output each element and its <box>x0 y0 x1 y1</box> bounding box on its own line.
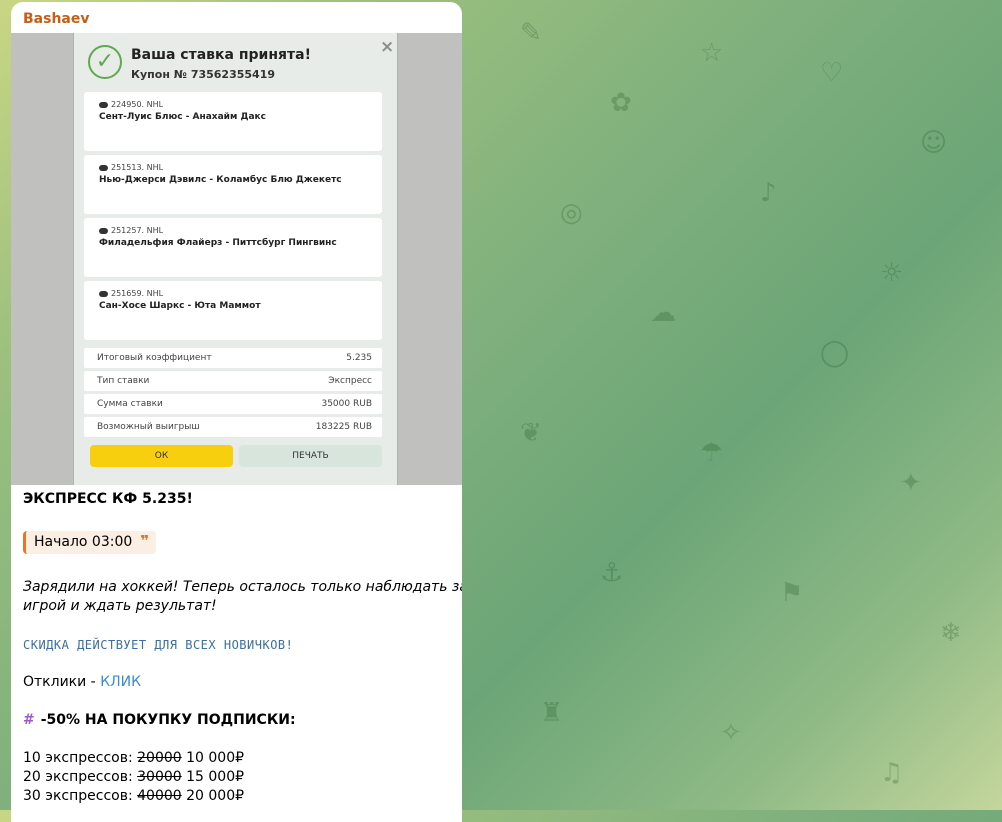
ok-button: ОК <box>90 445 233 467</box>
puck-icon <box>99 164 108 171</box>
note-doodle-icon: ♪ <box>760 178 777 208</box>
music-doodle-icon: ♫ <box>880 758 904 788</box>
body-text-line: игрой и ждать результат! <box>23 598 217 614</box>
event-code: 224950. NHL <box>99 100 163 109</box>
dino-doodle-icon: ✦ <box>900 468 922 498</box>
hashtag-icon: # <box>23 712 35 728</box>
spark-doodle-icon: ✧ <box>720 718 742 748</box>
price-line: 10 экспрессов: 20000 10 000₽ <box>23 750 245 766</box>
castle-doodle-icon: ♜ <box>540 698 564 728</box>
summary-value: Экспресс <box>328 376 372 386</box>
puck-icon <box>99 101 108 108</box>
summary-label: Сумма ставки <box>97 399 163 409</box>
new-price: 15 000₽ <box>181 769 245 785</box>
summary-row: Сумма ставки 35000 RUB <box>84 394 382 414</box>
event-card: 224950. NHL Сент-Луис Блюс - Анахайм Дак… <box>84 92 382 151</box>
start-time: Начало 03:00 <box>34 534 133 550</box>
coupon-screenshot[interactable]: ✓ Ваша ставка принята! Купон № 735623554… <box>11 33 462 485</box>
event-code: 251659. NHL <box>99 289 163 298</box>
price-line: 30 экспрессов: 40000 20 000₽ <box>23 788 245 804</box>
leaf-doodle-icon: ❦ <box>520 418 542 448</box>
summary-row: Тип ставки Экспресс <box>84 371 382 391</box>
event-match: Филадельфия Флайерз - Питтсбург Пингвинс <box>99 238 337 248</box>
new-price: 20 000₽ <box>181 788 245 804</box>
event-card: 251257. NHL Филадельфия Флайерз - Питтсб… <box>84 218 382 277</box>
discount-text[interactable]: СКИДКА ДЕЙСТВУЕТ ДЛЯ ВСЕХ НОВИЧКОВ! <box>23 638 293 652</box>
event-card: 251659. NHL Сан-Хосе Шаркс - Юта Маммот <box>84 281 382 340</box>
puck-icon <box>99 227 108 234</box>
coupon-title: Ваша ставка принята! <box>131 47 311 63</box>
anchor-doodle-icon: ⚓ <box>600 558 624 588</box>
event-code: 251513. NHL <box>99 163 163 172</box>
promo-text: -50% НА ПОКУПКУ ПОДПИСКИ: <box>40 712 296 728</box>
old-price: 40000 <box>137 788 182 804</box>
body-text-line: Зарядили на хоккей! Теперь осталось толь… <box>23 579 462 595</box>
coupon-number: Купон № 73562355419 <box>131 68 276 81</box>
summary-value: 183225 RUB <box>315 422 372 432</box>
check-icon: ✓ <box>88 45 122 79</box>
quote-icon: ❞ <box>140 532 149 550</box>
summary-row: Итоговый коэффициент 5.235 <box>84 348 382 368</box>
summary-label: Тип ставки <box>97 376 150 386</box>
responses-label: Отклики - <box>23 674 101 690</box>
print-button: ПЕЧАТЬ <box>239 445 382 467</box>
summary-value: 5.235 <box>346 353 372 363</box>
close-icon: × <box>380 37 395 57</box>
price-line: 20 экспрессов: 30000 15 000₽ <box>23 769 245 785</box>
snow-doodle-icon: ❄ <box>940 618 962 648</box>
new-price: 10 000₽ <box>181 750 245 766</box>
old-price: 30000 <box>137 769 182 785</box>
event-card: 251513. NHL Нью-Джерси Дэвилс - Коламбус… <box>84 155 382 214</box>
umbrella-doodle-icon: ☂ <box>700 438 724 468</box>
responses-link[interactable]: КЛИК <box>100 674 141 690</box>
star-doodle-icon: ☆ <box>700 38 724 68</box>
event-match: Нью-Джерси Дэвилс - Коламбус Блю Джекетс <box>99 175 342 185</box>
summary-value: 35000 RUB <box>321 399 372 409</box>
cloud-doodle-icon: ☁ <box>650 298 676 328</box>
summary-label: Возможный выигрыш <box>97 422 200 432</box>
summary-row: Возможный выигрыш 183225 RUB <box>84 417 382 437</box>
event-code: 251257. NHL <box>99 226 163 235</box>
cat-doodle-icon: ☺ <box>920 128 948 158</box>
coupon-card: ✓ Ваша ставка принята! Купон № 735623554… <box>73 33 398 485</box>
flag-doodle-icon: ⚑ <box>780 578 804 608</box>
old-price: 20000 <box>137 750 182 766</box>
ball-doodle-icon: ◎ <box>560 198 583 228</box>
promo-line: # -50% НА ПОКУПКУ ПОДПИСКИ: <box>23 712 296 728</box>
summary-label: Итоговый коэффициент <box>97 353 212 363</box>
bird-doodle-icon: ✎ <box>520 18 542 48</box>
puck-icon <box>99 290 108 297</box>
event-match: Сан-Хосе Шаркс - Юта Маммот <box>99 301 261 311</box>
balloon-doodle-icon: ◯ <box>820 338 850 368</box>
event-match: Сент-Луис Блюс - Анахайм Дакс <box>99 112 266 122</box>
message-bubble: Bashaev ✓ Ваша ставка принята! Купон № 7… <box>11 2 462 822</box>
sender-name[interactable]: Bashaev <box>23 11 90 27</box>
start-time-quote: Начало 03:00 ❞ <box>23 531 156 554</box>
sun-doodle-icon: ☼ <box>880 258 904 288</box>
flower-doodle-icon: ✿ <box>610 88 632 118</box>
headline: ЭКСПРЕСС КФ 5.235! <box>23 491 193 507</box>
responses-line: Отклики - КЛИК <box>23 674 141 690</box>
heart-doodle-icon: ♡ <box>820 58 844 88</box>
